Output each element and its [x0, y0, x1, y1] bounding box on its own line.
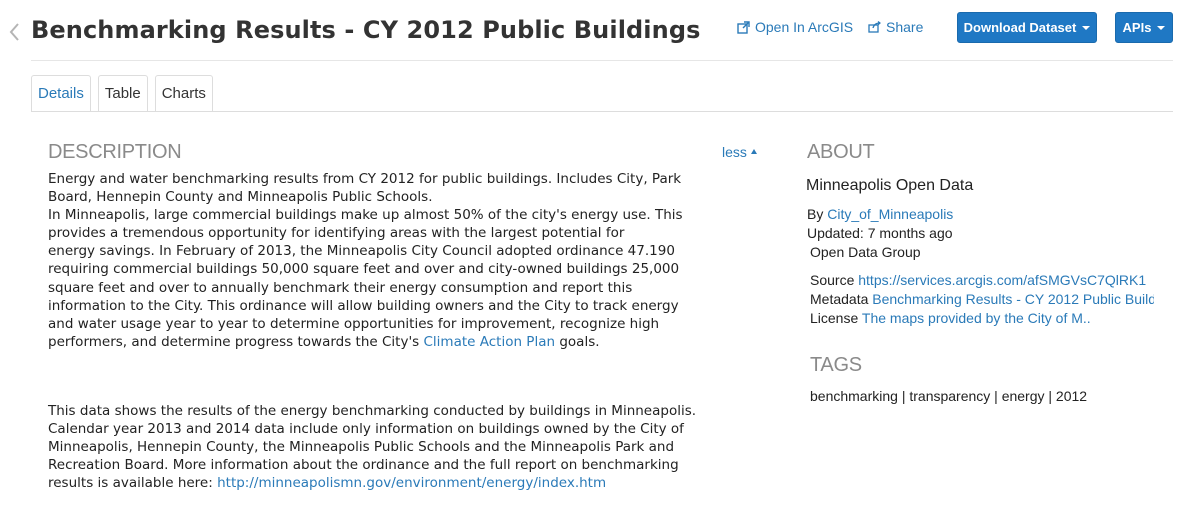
- group-text: Open Data Group: [810, 244, 921, 260]
- description-line: In Minneapolis, large commercial buildin…: [48, 207, 683, 224]
- triangle-up-icon: [750, 148, 757, 154]
- by-line: By City_of_Minneapolis: [807, 206, 953, 222]
- open-in-arcgis-link[interactable]: Open In ArcGIS: [737, 19, 853, 35]
- organization-name: Minneapolis Open Data: [806, 177, 974, 194]
- description-line: Calendar year 2013 and 2014 data include…: [48, 421, 684, 438]
- description-line: Minneapolis, Hennepin County, the Minnea…: [48, 439, 675, 456]
- less-label: less: [722, 144, 747, 160]
- download-dataset-button[interactable]: Download Dataset: [957, 12, 1097, 43]
- metadata-link[interactable]: Benchmarking Results - CY 2012 Public Bu…: [872, 291, 1154, 307]
- header-divider: [31, 60, 1173, 61]
- description-line: square feet and over to annually benchma…: [48, 279, 633, 296]
- description-text: goals.: [555, 333, 600, 350]
- share-icon: [868, 21, 881, 33]
- description-text: results is available here:: [48, 475, 218, 492]
- description-line: Board, Hennepin County and Minneapolis P…: [48, 189, 433, 206]
- share-link[interactable]: Share: [868, 19, 923, 35]
- description-heading: DESCRIPTION: [48, 141, 182, 163]
- external-link-icon: [737, 20, 750, 34]
- tabs-divider: [31, 111, 1173, 112]
- caret-down-icon: [1082, 25, 1091, 30]
- about-heading: ABOUT: [807, 141, 875, 163]
- source-line: Source https://services.arcgis.com/afSMG…: [810, 272, 1152, 288]
- metadata-line: Metadata Benchmarking Results - CY 2012 …: [810, 291, 1154, 307]
- owner-link[interactable]: City_of_Minneapolis: [827, 206, 953, 222]
- back-chevron-icon[interactable]: [8, 22, 22, 44]
- by-label: By: [807, 206, 824, 222]
- description-line: provides a tremendous opportunity for id…: [48, 225, 625, 242]
- open-in-arcgis-label: Open In ArcGIS: [755, 19, 854, 35]
- energy-ordinance-link[interactable]: http://minneapolismn.gov/environment/ene…: [217, 475, 606, 491]
- description-body-2: This data shows the results of the energ…: [48, 402, 768, 492]
- apis-button[interactable]: APIs: [1115, 12, 1173, 43]
- description-line: Recreation Board. More information about…: [48, 457, 679, 474]
- metadata-label: Metadata: [810, 291, 869, 307]
- description-text: performers, and determine progress towar…: [48, 333, 424, 350]
- apis-label: APIs: [1122, 20, 1152, 35]
- less-toggle[interactable]: less: [722, 144, 757, 160]
- license-link[interactable]: The maps provided by the City of M..: [862, 310, 1091, 326]
- tab-bar: Details Table Charts: [31, 75, 213, 112]
- description-line: information to the City. This ordinance …: [48, 297, 679, 314]
- description-line: energy savings. In February of 2013, the…: [48, 243, 675, 260]
- license-label: License: [810, 310, 859, 326]
- tags-heading: TAGS: [810, 354, 862, 376]
- tab-charts[interactable]: Charts: [154, 75, 213, 112]
- source-label: Source: [810, 272, 855, 288]
- tab-table[interactable]: Table: [97, 75, 148, 112]
- description-line: performers, and determine progress towar…: [48, 333, 768, 351]
- description-line: results is available here: http://minnea…: [48, 474, 768, 492]
- page-title: Benchmarking Results - CY 2012 Public Bu…: [31, 16, 701, 44]
- climate-action-plan-link[interactable]: Climate Action Plan: [424, 334, 556, 350]
- description-line: This data shows the results of the energ…: [48, 403, 697, 419]
- license-line: License The maps provided by the City of…: [810, 310, 1091, 326]
- description-body: Energy and water benchmarking results fr…: [48, 170, 768, 351]
- description-line: Energy and water benchmarking results fr…: [48, 171, 682, 187]
- source-link[interactable]: https://services.arcgis.com/afSMGVsC7QlR…: [858, 272, 1152, 288]
- tags-list: benchmarking | transparency | energy | 2…: [810, 388, 1088, 404]
- updated-text: Updated: 7 months ago: [807, 225, 953, 241]
- caret-down-icon: [1157, 25, 1166, 30]
- description-line: requiring commercial buildings 50,000 sq…: [48, 261, 680, 278]
- tab-details[interactable]: Details: [31, 75, 91, 112]
- share-label: Share: [886, 19, 924, 35]
- description-line: and water usage year to year to determin…: [48, 315, 660, 332]
- download-dataset-label: Download Dataset: [963, 20, 1077, 35]
